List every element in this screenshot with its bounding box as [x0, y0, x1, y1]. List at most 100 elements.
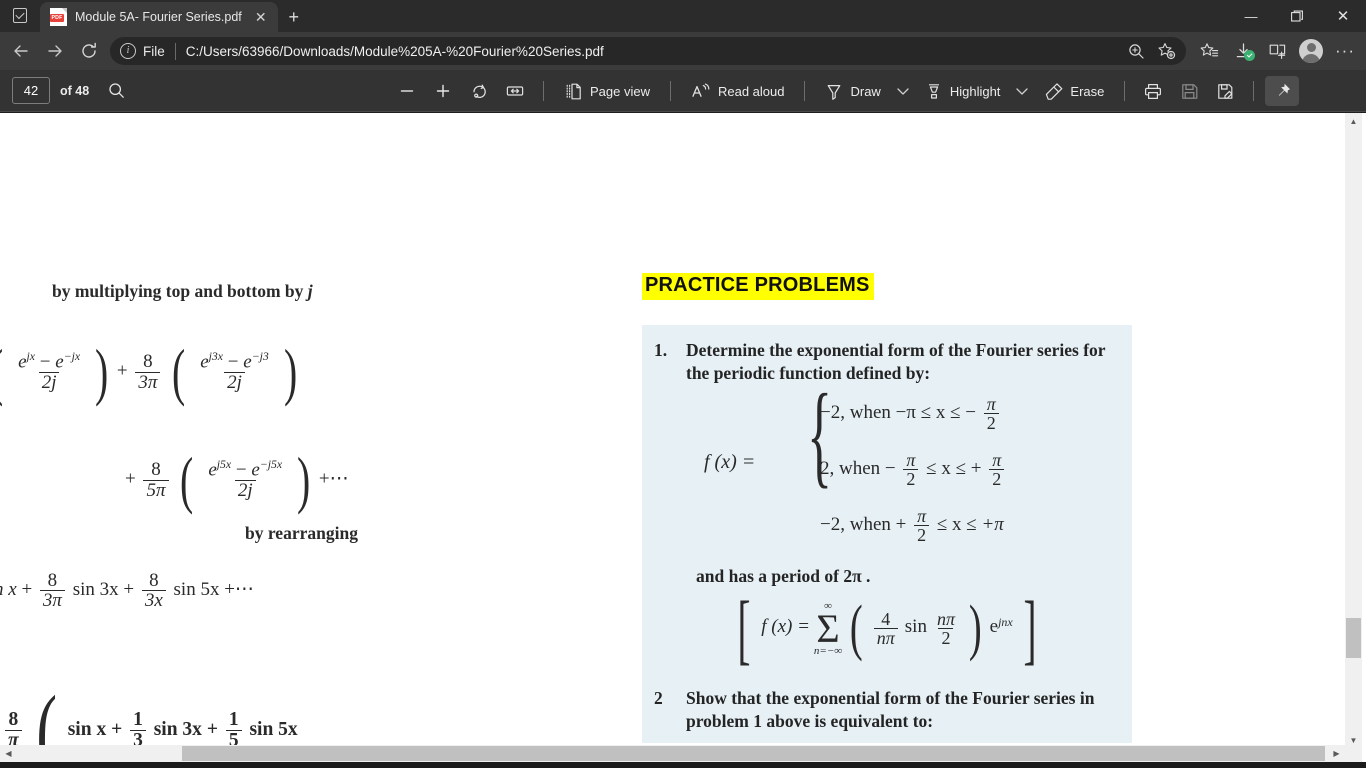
row3-when: when — [849, 513, 891, 535]
rotate-icon[interactable] — [462, 76, 496, 106]
save-as-icon[interactable] — [1208, 76, 1242, 106]
eq1-e4: e — [243, 351, 252, 373]
eq1-e1-exp: jx — [26, 350, 36, 364]
profile-avatar[interactable] — [1294, 36, 1328, 66]
new-tab-button[interactable]: + — [278, 2, 310, 32]
print-icon[interactable] — [1136, 76, 1170, 106]
answer1-arg-den: 2 — [938, 628, 954, 648]
refresh-button[interactable] — [72, 36, 106, 66]
eq3-t2: sin 5x — [173, 579, 220, 601]
scroll-right-arrow-icon[interactable]: ▶ — [1328, 745, 1345, 762]
vertical-scrollbar[interactable]: ▲ ▼ — [1345, 113, 1362, 749]
url-text: C:/Users/63966/Downloads/Module%205A-%20… — [185, 43, 604, 59]
eq3-plus2: + — [123, 579, 135, 601]
eq2-e1-exp: j5x — [216, 458, 232, 472]
row3-rel: ≤ x ≤ — [936, 513, 977, 535]
eq4-t2: sin 5x — [249, 718, 298, 740]
highlight-button[interactable]: Highlight — [916, 76, 1010, 106]
search-icon[interactable] — [99, 76, 133, 106]
save-icon[interactable] — [1172, 76, 1206, 106]
highlight-options-chevron-down-icon[interactable] — [1011, 76, 1033, 106]
page-view-button[interactable]: Page view — [555, 76, 659, 106]
practice-problems-panel: 1. Determine the exponential form of the… — [642, 325, 1132, 743]
browser-tab-fourier-series[interactable]: PDF Module 5A- Fourier Series.pdf ✕ — [40, 2, 278, 32]
eq1-e2: e — [55, 351, 64, 373]
eq3-plus1: + — [21, 579, 33, 601]
zoom-in-icon[interactable] — [1122, 39, 1150, 63]
row2-lower-den: 2 — [903, 468, 919, 488]
read-aloud-button[interactable]: Read aloud — [682, 76, 794, 106]
draw-options-chevron-down-icon[interactable] — [892, 76, 914, 106]
eq1-e2-exp: −jx — [63, 350, 81, 364]
eq3-c1-num: 8 — [47, 570, 58, 591]
tab-search-button[interactable] — [0, 0, 40, 32]
answer1-coef-den: nπ — [873, 628, 898, 648]
forward-button[interactable] — [38, 36, 72, 66]
eq1-coef-den: 3π — [135, 371, 161, 392]
row2-value: 2, — [820, 457, 835, 479]
row3-lower-den: 2 — [914, 524, 930, 544]
eq3-tail: +⋯ — [224, 579, 254, 601]
site-info-icon[interactable]: i — [120, 43, 136, 59]
browser-address-bar: i File C:/Users/63966/Downloads/Module%2… — [0, 32, 1366, 70]
split-screen-icon[interactable] — [1260, 36, 1294, 66]
download-complete-badge — [1244, 50, 1255, 61]
pdf-icon-label: PDF — [50, 14, 64, 22]
eq2-e2-exp: −j5x — [259, 458, 283, 472]
row1-upper-den: 2 — [983, 412, 999, 432]
row2-rel: ≤ x ≤ — [926, 457, 967, 479]
close-tab-icon[interactable]: ✕ — [250, 6, 272, 28]
equation-line-4: = 8 π ( sin x + 1 3 sin 3x + 1 5 sin 5x … — [0, 673, 298, 749]
close-window-icon[interactable]: ✕ — [1320, 0, 1366, 32]
avatar — [1299, 39, 1323, 63]
row2-lower-sign: − — [884, 457, 896, 479]
page-number-input[interactable] — [12, 77, 50, 104]
downloads-icon[interactable] — [1226, 36, 1260, 66]
pdf-file-icon: PDF — [50, 8, 67, 26]
row2-lower-num: π — [906, 449, 916, 470]
problem-2-number: 2 — [654, 688, 663, 709]
page-total-label: of 48 — [60, 83, 90, 98]
eq2-coef-num: 8 — [151, 459, 161, 481]
draw-button[interactable]: Draw — [816, 76, 889, 106]
viewport-right-gutter — [1362, 113, 1366, 768]
collections-icon[interactable] — [1192, 36, 1226, 66]
zoom-in-button[interactable] — [426, 76, 460, 106]
erase-button[interactable]: Erase — [1035, 76, 1113, 106]
eraser-icon — [1044, 82, 1063, 101]
browser-title-bar: PDF Module 5A- Fourier Series.pdf ✕ + — … — [0, 0, 1366, 32]
scroll-left-arrow-icon[interactable]: ◀ — [0, 745, 17, 762]
toolbar-divider-3 — [804, 81, 806, 101]
pin-icon[interactable] — [1265, 76, 1300, 106]
eq2-den: 2j — [234, 480, 256, 501]
pdf-document-viewport[interactable]: by multiplying top and bottom by j ( ejx… — [0, 113, 1345, 749]
minimize-window-icon[interactable]: — — [1228, 0, 1274, 32]
maximize-window-icon[interactable] — [1274, 0, 1320, 32]
eq3-c2-den: 3x — [141, 590, 166, 611]
window-bottom-edge — [0, 762, 1366, 768]
zoom-out-button[interactable] — [390, 76, 424, 106]
fit-to-width-icon[interactable] — [498, 76, 532, 106]
scroll-up-arrow-icon[interactable]: ▲ — [1345, 113, 1362, 130]
browser-settings-menu-icon[interactable]: ··· — [1328, 36, 1362, 66]
horizontal-scrollbar[interactable]: ◀ ▶ — [0, 745, 1345, 762]
answer1-sin: sin — [904, 616, 927, 638]
answer1-exp-sup: jnx — [998, 615, 1013, 630]
eq1-den1: 2j — [38, 372, 60, 393]
eq4-f1-num: 1 — [133, 709, 143, 731]
add-favorite-icon[interactable] — [1152, 39, 1180, 63]
pdf-viewer-toolbar: of 48 Page view Read alou — [0, 70, 1366, 112]
horizontal-scrollbar-thumb[interactable] — [182, 746, 1325, 761]
toolbar-divider-4 — [1124, 81, 1126, 101]
period-note-text: and has a period of 2π . — [696, 565, 871, 586]
eq1-plus: + — [116, 360, 128, 382]
row1-lower: −π — [895, 401, 916, 423]
address-bar-input[interactable]: i File C:/Users/63966/Downloads/Module%2… — [110, 37, 1186, 65]
back-button[interactable] — [4, 36, 38, 66]
eq4-f2-num: 1 — [228, 709, 239, 731]
vertical-scrollbar-thumb[interactable] — [1346, 618, 1361, 658]
page-view-label: Page view — [590, 83, 650, 99]
read-aloud-label: Read aloud — [717, 83, 785, 99]
draw-label: Draw — [850, 83, 881, 99]
url-scheme-label: File — [143, 43, 165, 59]
